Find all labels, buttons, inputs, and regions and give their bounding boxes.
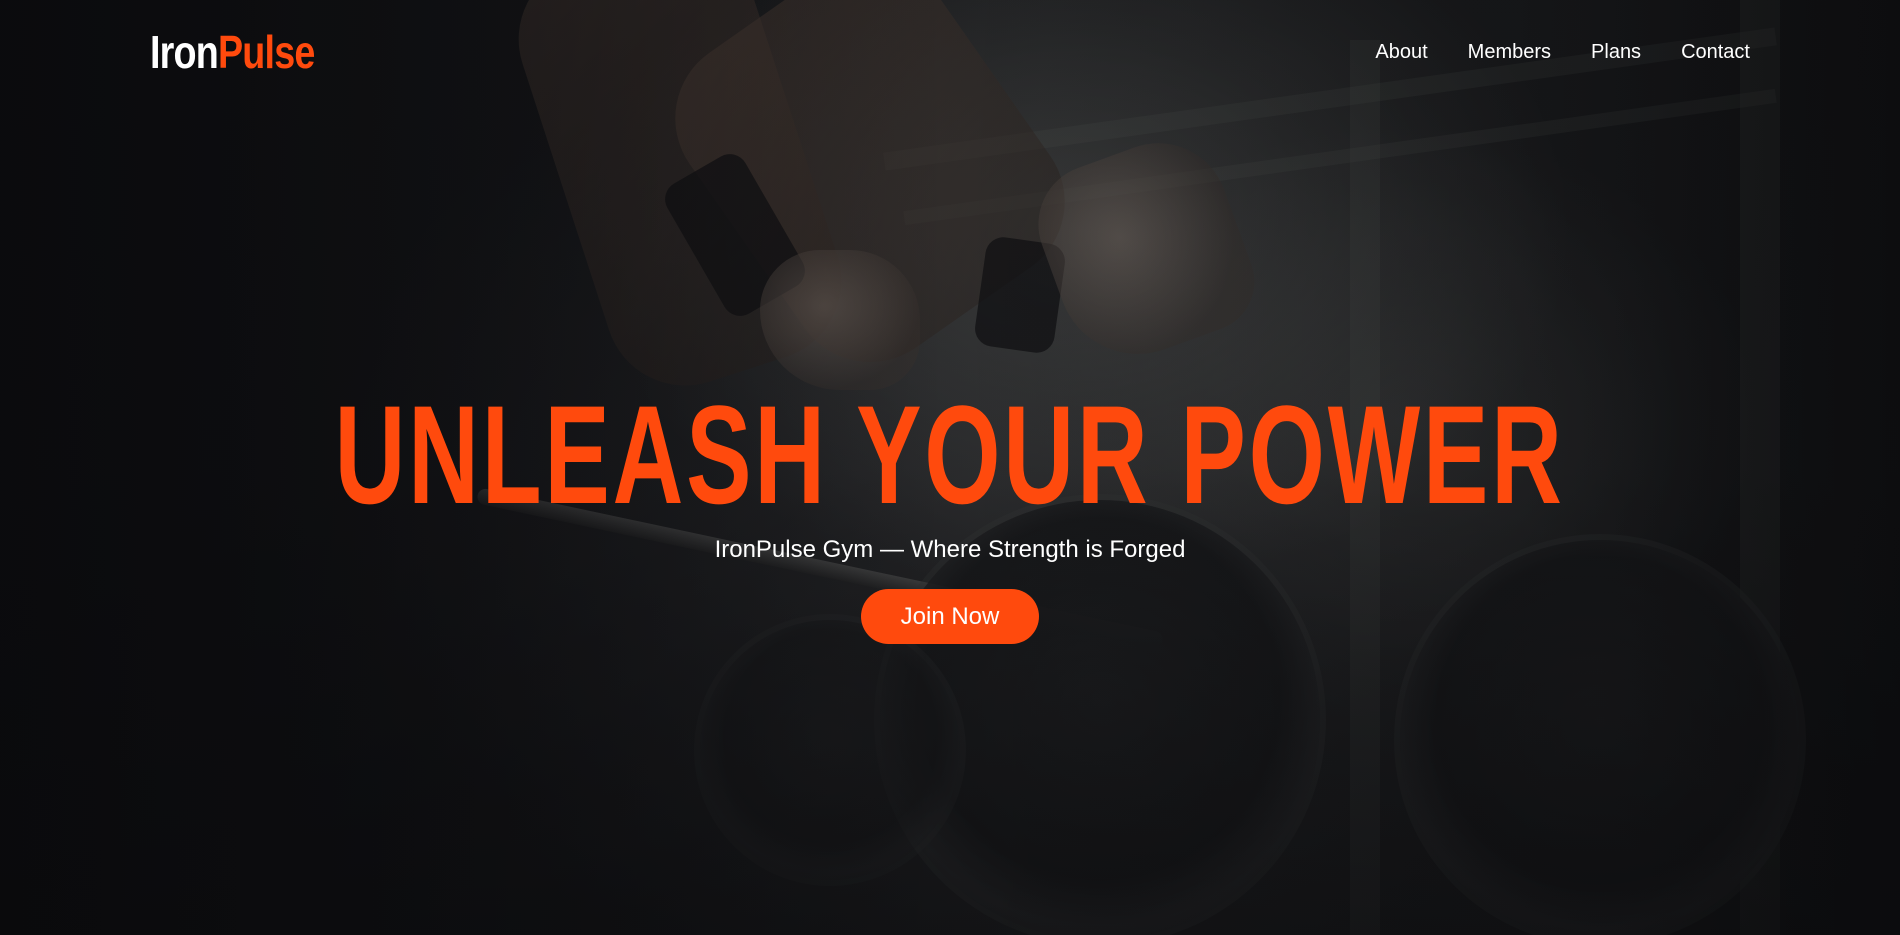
top-navbar: Iron Pulse About Members Plans Contact <box>0 0 1900 104</box>
nav-link-about[interactable]: About <box>1375 41 1427 64</box>
logo-text-pulse: Pulse <box>217 26 315 78</box>
logo-text-iron: Iron <box>150 26 219 78</box>
nav-link-members[interactable]: Members <box>1468 41 1551 64</box>
nav-menu: About Members Plans Contact <box>1375 41 1750 64</box>
hero-headline: UNLEASH YOUR POWER <box>334 376 1566 533</box>
nav-link-plans[interactable]: Plans <box>1591 41 1641 64</box>
brand-logo[interactable]: Iron Pulse <box>150 25 315 79</box>
hero-content: UNLEASH YOUR POWER IronPulse Gym — Where… <box>0 385 1900 644</box>
nav-link-contact[interactable]: Contact <box>1681 41 1750 64</box>
hero-section: Iron Pulse About Members Plans Contact UN… <box>0 0 1900 935</box>
join-now-button[interactable]: Join Now <box>860 589 1040 644</box>
hero-tagline: IronPulse Gym — Where Strength is Forged <box>714 536 1186 563</box>
